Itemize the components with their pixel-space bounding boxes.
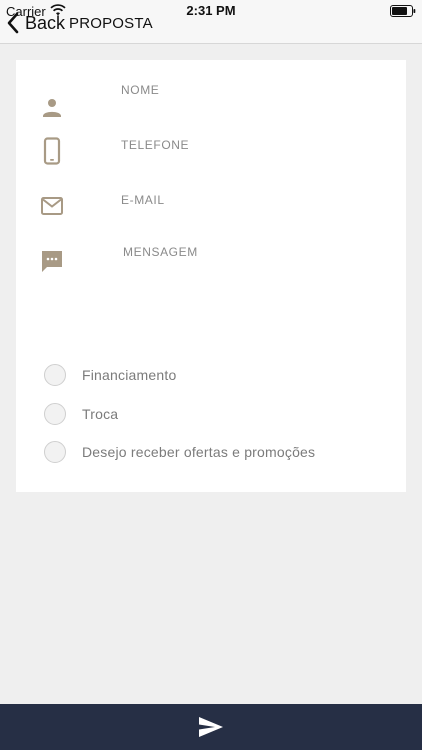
option-label: Troca <box>82 406 119 422</box>
back-label: Back <box>25 12 66 33</box>
send-button[interactable] <box>191 710 231 744</box>
email-input[interactable] <box>121 190 391 210</box>
radio-button[interactable] <box>44 364 66 386</box>
mail-icon <box>41 197 63 215</box>
chevron-left-icon <box>7 12 19 34</box>
proposal-form-card: Financiamento Troca Desejo receber ofert… <box>16 60 406 492</box>
chat-icon <box>42 251 62 272</box>
name-input[interactable] <box>121 80 391 100</box>
send-icon <box>199 717 223 737</box>
option-ofertas-promocoes[interactable]: Desejo receber ofertas e promoções <box>44 440 315 464</box>
phone-field-row <box>16 133 406 183</box>
option-label: Financiamento <box>82 367 177 383</box>
option-troca[interactable]: Troca <box>44 402 118 426</box>
message-field-row <box>16 243 406 353</box>
phone-input[interactable] <box>121 135 391 155</box>
bottom-bar <box>0 704 422 750</box>
message-textarea[interactable] <box>123 245 393 325</box>
battery-icon <box>390 5 416 17</box>
radio-button[interactable] <box>44 403 66 425</box>
email-field-row <box>16 188 406 238</box>
name-field-row <box>16 78 406 128</box>
option-label: Desejo receber ofertas e promoções <box>82 444 316 460</box>
back-button[interactable]: Back <box>6 10 65 36</box>
navigation-bar: Carrier 2:31 PM Back PROPOSTA <box>0 0 422 44</box>
person-icon <box>43 99 61 117</box>
option-financiamento[interactable]: Financiamento <box>44 363 176 387</box>
page-title: PROPOSTA <box>69 15 153 32</box>
radio-button[interactable] <box>44 441 66 463</box>
phone-icon <box>43 137 61 165</box>
